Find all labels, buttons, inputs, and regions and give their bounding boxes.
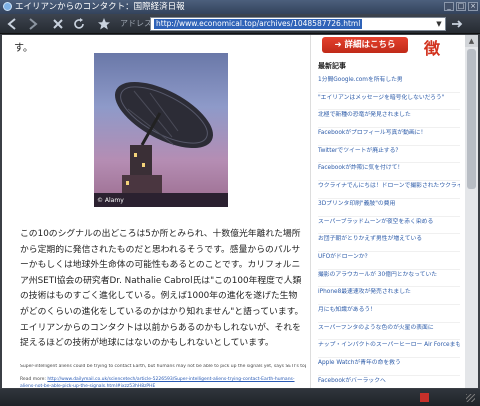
scrollbar-thumb[interactable]: [467, 49, 476, 189]
article-link[interactable]: Apple Watchが青年の命を救う: [318, 358, 460, 376]
address-bar[interactable]: http://www.economical.top/archives/10485…: [150, 17, 446, 31]
article-link[interactable]: iPhone8最速速攻が発売されました: [318, 287, 460, 305]
stop-icon[interactable]: [50, 16, 66, 32]
window-controls: _ □ ×: [444, 2, 478, 11]
read-more: Read more: http://www.dailymail.co.uk/sc…: [20, 376, 306, 388]
article-link[interactable]: Facebookが詐欺に気を付けて！: [318, 163, 460, 182]
page-viewport: す。 © Alamy この10のシグナルの出どころは5か所とみられ、十数億光年離…: [2, 35, 478, 388]
browser-toolbar: アドレス(D) http://www.economical.top/archiv…: [0, 14, 480, 34]
read-more-label: Read more:: [20, 377, 46, 382]
article-link[interactable]: ウクライナでんにちは！ドローンで撮影されたウクライナが話題: [318, 181, 460, 199]
play-arrow-icon: ➜: [334, 40, 345, 50]
column-divider: [310, 35, 311, 388]
sidebar-heading: 最新記事: [318, 62, 346, 70]
read-more-link[interactable]: http://www.dailymail.co.uk/sciencetech/a…: [20, 377, 295, 388]
article-link[interactable]: お団子朝がとりかえず男性が増えている: [318, 234, 460, 252]
article-link[interactable]: スーパーフンタのような色のが火星の表面に: [318, 323, 460, 341]
vertical-scrollbar[interactable]: ▲: [465, 35, 478, 388]
english-summary: Super-intelligent aliens could be trying…: [20, 364, 306, 369]
go-arrow-icon[interactable]: [449, 16, 465, 32]
article-link[interactable]: UFOがドローンか？: [318, 252, 460, 270]
image-credit: © Alamy: [97, 197, 124, 204]
close-button[interactable]: ×: [468, 2, 478, 11]
article-link[interactable]: "エイリアンはメッセージを暗号化しないだろう": [318, 93, 460, 111]
article-link[interactable]: 撮影のアラウカールが 30億円とかなっていた: [318, 270, 460, 288]
statusbar: [0, 389, 480, 406]
window-title: エイリアンからのコンタクト：国際経済日報: [15, 2, 185, 12]
article-fragment: す。: [14, 43, 33, 54]
article-link[interactable]: ナップ・インパクトのスーパーヒーロー Air Forceまもなく登場: [318, 340, 460, 358]
sidebar-badge: 徴: [424, 39, 441, 58]
forward-arrow-icon[interactable]: [25, 16, 41, 32]
article-link[interactable]: Twitterでツイートが廃止する？: [318, 146, 460, 164]
article-link[interactable]: 3Dプリンタ印刷"義肢"の費用: [318, 199, 460, 217]
detail-button-label: 詳細はこちら: [344, 40, 396, 50]
article-link[interactable]: 1分間Google.comを所有した男: [318, 75, 460, 93]
maximize-button[interactable]: □: [456, 2, 466, 11]
article-link[interactable]: Facebookがプロフィール写真が動画に！: [318, 128, 460, 146]
detail-button[interactable]: ➜ 詳細はこちら: [322, 37, 408, 53]
resize-grip-icon[interactable]: [466, 394, 475, 402]
article-link[interactable]: Facebookがバーラックへ: [318, 376, 460, 388]
article-paragraph: この10のシグナルの出どころは5か所とみられ、十数億光年離れた場所から定期的に発…: [20, 229, 304, 349]
article-body: す。 © Alamy この10のシグナルの出どころは5か所とみられ、十数億光年離…: [2, 35, 310, 388]
latest-articles-list: 1分間Google.comを所有した男 "エイリアンはメッセージを暗号化しないだ…: [318, 75, 460, 388]
chevron-down-icon[interactable]: ▼: [434, 18, 444, 30]
window-titlebar: エイリアンからのコンタクト：国際経済日報 _ □ ×: [0, 0, 480, 14]
article-link[interactable]: 月にも知識があるう！: [318, 305, 460, 323]
reload-icon[interactable]: [71, 16, 87, 32]
sidebar: ➜ 詳細はこちら 徴 最新記事 1分間Google.comを所有した男 "エイリ…: [314, 35, 464, 388]
article-link[interactable]: スーパーブラッドムーンが夜空を赤く染める: [318, 217, 460, 235]
minimize-button[interactable]: _: [444, 2, 454, 11]
status-indicator-icon: [420, 393, 429, 402]
back-arrow-icon[interactable]: [4, 16, 20, 32]
radio-telescope-image: © Alamy: [94, 53, 228, 207]
article-link[interactable]: 北極で新種の恐竜が発見されました: [318, 110, 460, 129]
address-url[interactable]: http://www.economical.top/archives/10485…: [154, 19, 363, 29]
star-icon[interactable]: [96, 16, 112, 32]
app-icon: [3, 2, 12, 11]
scroll-up-icon[interactable]: ▲: [465, 35, 478, 47]
